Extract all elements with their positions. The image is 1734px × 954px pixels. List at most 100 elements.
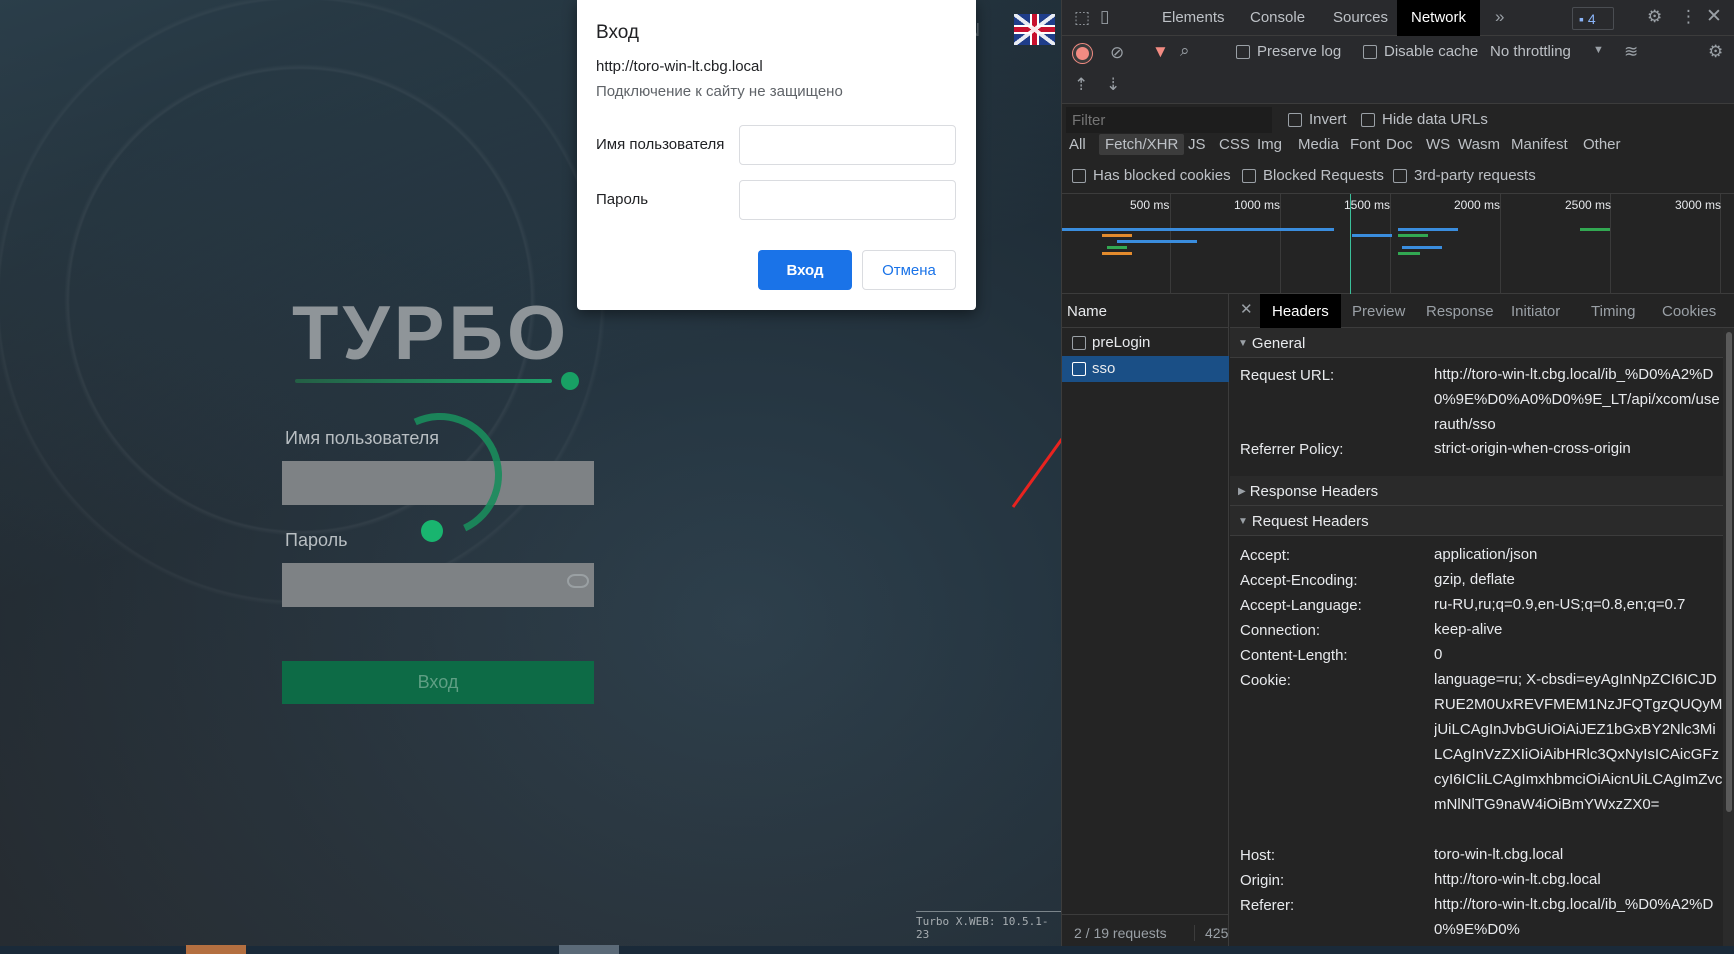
tab-preview[interactable]: Preview (1352, 303, 1405, 320)
blocked-requests-label: Blocked Requests (1263, 167, 1384, 184)
general-section-header[interactable]: ▼ General (1230, 328, 1723, 358)
chevron-down-icon[interactable]: ▼ (1593, 45, 1604, 56)
tab-headers[interactable]: Headers (1260, 294, 1341, 328)
network-overview-timeline[interactable]: 500 ms 1000 ms 1500 ms 2000 ms 2500 ms 3… (1062, 194, 1734, 294)
show-password-icon[interactable] (567, 574, 589, 588)
network-conditions-icon[interactable]: ≋ (1624, 43, 1638, 60)
tick-1000: 1000 ms (1234, 198, 1281, 212)
chat-icon: ▪ (1579, 11, 1588, 27)
header-value: gzip, deflate (1434, 571, 1515, 588)
filter-funnel-icon[interactable]: ▼ (1152, 43, 1169, 60)
header-value: strict-origin-when-cross-origin (1434, 440, 1631, 457)
type-wasm[interactable]: Wasm (1458, 136, 1500, 153)
response-headers-section-header[interactable]: ▶ Response Headers (1230, 476, 1723, 506)
loading-spinner-dot (421, 520, 443, 542)
taskbar-app-button[interactable] (186, 945, 246, 954)
type-js[interactable]: JS (1188, 136, 1206, 153)
tab-timing[interactable]: Timing (1591, 303, 1635, 320)
tab-response[interactable]: Response (1426, 303, 1494, 320)
header-value: keep-alive (1434, 621, 1503, 638)
request-headers-section-header[interactable]: ▼ Request Headers (1230, 506, 1723, 536)
dialog-warning: Подключение к сайту не защищено (596, 83, 843, 100)
turbo-logo: ТУРБО (292, 291, 571, 376)
header-value: language=ru; X-cbsdi=eyAgInNpZCI6ICJDRUE… (1434, 671, 1723, 813)
request-count: 2 / 19 requests (1074, 925, 1167, 941)
header-key: Accept-Language: (1240, 597, 1362, 614)
request-row-prelogin[interactable]: preLogin (1062, 330, 1229, 356)
tick-3000: 3000 ms (1675, 198, 1722, 212)
header-key: Host: (1240, 847, 1276, 864)
third-party-checkbox[interactable] (1393, 169, 1407, 183)
preserve-log-label: Preserve log (1257, 43, 1342, 60)
type-manifest[interactable]: Manifest (1511, 136, 1568, 153)
tab-network[interactable]: Network (1397, 0, 1481, 36)
issues-badge[interactable]: ▪ 4 (1572, 7, 1614, 30)
dialog-url: http://toro-win-lt.cbg.local (596, 58, 763, 75)
filter-input[interactable] (1066, 107, 1272, 133)
type-doc[interactable]: Doc (1386, 136, 1413, 153)
type-fetch-xhr[interactable]: Fetch/XHR (1099, 134, 1185, 155)
import-har-icon[interactable]: ⇡ (1074, 76, 1088, 93)
taskbar-app-button[interactable] (559, 945, 619, 954)
tick-500: 500 ms (1130, 198, 1170, 212)
tab-sources[interactable]: Sources (1333, 9, 1388, 26)
type-other[interactable]: Other (1583, 136, 1621, 153)
throttling-select[interactable]: No throttling (1490, 43, 1571, 60)
tab-cookies[interactable]: Cookies (1662, 303, 1716, 320)
type-all[interactable]: All (1069, 136, 1086, 153)
close-details-icon[interactable]: ✕ (1240, 302, 1253, 317)
inspect-element-icon[interactable]: ⬚ (1074, 9, 1090, 26)
type-media[interactable]: Media (1298, 136, 1339, 153)
expand-triangle-icon: ▼ (1238, 516, 1248, 527)
app-login-button[interactable]: Вход (282, 661, 594, 704)
header-value: http://toro-win-lt.cbg.local/ib_%D0%A2%D… (1434, 366, 1720, 433)
header-key: Request URL: (1240, 367, 1335, 384)
version-label: Turbo X.WEB: 10.5.1-23 (916, 911, 1061, 941)
expand-triangle-icon: ▶ (1238, 486, 1246, 497)
name-column-header[interactable]: Name (1062, 294, 1229, 328)
third-party-label: 3rd-party requests (1414, 167, 1536, 184)
tab-console[interactable]: Console (1250, 9, 1305, 26)
dialog-title: Вход (596, 22, 639, 43)
request-details: ✕ Headers Preview Response Initiator Tim… (1230, 294, 1734, 954)
disable-cache-label: Disable cache (1384, 43, 1479, 60)
settings-gear-icon[interactable]: ⚙ (1647, 8, 1662, 25)
tab-initiator[interactable]: Initiator (1511, 303, 1560, 320)
close-devtools-icon[interactable]: ✕ (1706, 7, 1722, 26)
dialog-ok-button[interactable]: Вход (758, 250, 852, 290)
preserve-log-checkbox[interactable] (1236, 45, 1250, 59)
header-key: Cookie: (1240, 672, 1291, 689)
password-input[interactable] (282, 563, 594, 607)
type-ws[interactable]: WS (1426, 136, 1450, 153)
details-scrollbar[interactable] (1723, 328, 1734, 954)
request-row-sso[interactable]: sso (1062, 356, 1229, 382)
tick-2000: 2000 ms (1454, 198, 1501, 212)
dialog-password-input[interactable] (739, 180, 956, 220)
blocked-requests-checkbox[interactable] (1242, 169, 1256, 183)
header-value: application/json (1434, 546, 1538, 563)
section-title: General (1251, 335, 1306, 352)
invert-checkbox[interactable] (1288, 113, 1302, 127)
export-har-icon[interactable]: ⇣ (1106, 76, 1120, 93)
type-img[interactable]: Img (1257, 136, 1282, 153)
has-blocked-cookies-checkbox[interactable] (1072, 169, 1086, 183)
dialog-password-label: Пароль (596, 191, 649, 208)
scrollbar-thumb[interactable] (1726, 332, 1732, 812)
more-menu-icon[interactable]: ⋮ (1680, 8, 1697, 25)
tab-elements[interactable]: Elements (1162, 9, 1225, 26)
clear-icon[interactable]: ⊘ (1110, 44, 1124, 61)
dialog-username-input[interactable] (739, 125, 956, 165)
uk-flag-icon[interactable] (1014, 14, 1055, 45)
search-icon[interactable]: ⌕ (1180, 42, 1190, 59)
dialog-username-label: Имя пользователя (596, 136, 725, 153)
device-toolbar-icon[interactable]: ▯ (1100, 8, 1109, 25)
record-icon[interactable] (1073, 44, 1092, 63)
more-tabs-icon[interactable]: » (1495, 8, 1504, 25)
network-settings-gear-icon[interactable]: ⚙ (1708, 43, 1723, 60)
hide-data-urls-checkbox[interactable] (1361, 113, 1375, 127)
section-title: Request Headers (1251, 513, 1369, 530)
dialog-cancel-button[interactable]: Отмена (862, 250, 956, 290)
disable-cache-checkbox[interactable] (1363, 45, 1377, 59)
type-font[interactable]: Font (1350, 136, 1380, 153)
type-css[interactable]: CSS (1219, 136, 1250, 153)
